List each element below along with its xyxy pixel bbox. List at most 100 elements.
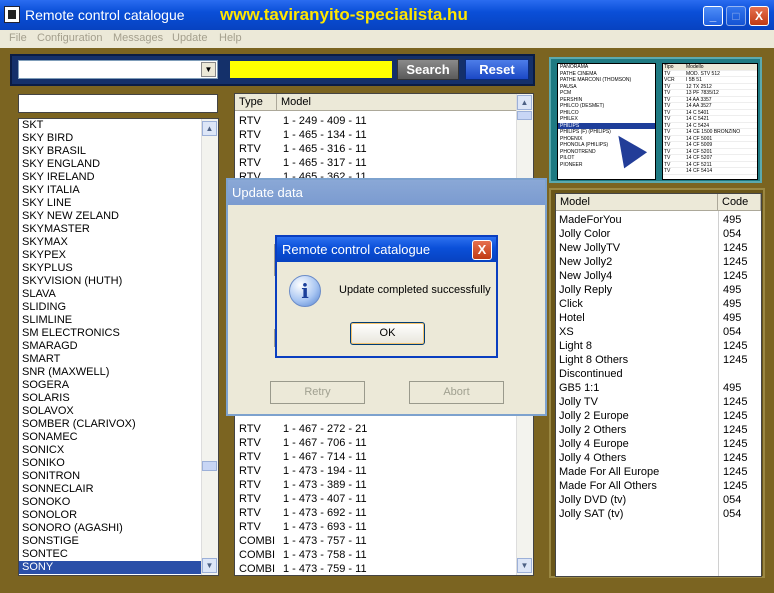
brand-list-item[interactable]: SONNECLAIR <box>19 483 218 496</box>
brand-list-item[interactable]: SONTEC <box>19 548 218 561</box>
table-row[interactable]: Jolly 2 Europe 1245 <box>556 409 761 423</box>
brand-list-item[interactable]: SONIKO <box>19 457 218 470</box>
table-row[interactable]: Jolly Reply 495 <box>556 283 761 297</box>
abort-button[interactable]: Abort <box>409 381 504 404</box>
brand-list-item[interactable]: SKY IRELAND <box>19 171 218 184</box>
menu-messages[interactable]: Messages <box>113 32 163 44</box>
chevron-down-icon[interactable]: ▼ <box>201 62 216 77</box>
model-code-list[interactable]: Model Code MadeForYou 495 Jolly Color 054 Ne… <box>555 193 762 577</box>
brand-list-item[interactable]: SOMBER (CLARIVOX) <box>19 418 218 431</box>
table-row[interactable]: RTV 1 - 249 - 409 - 11 <box>235 114 517 128</box>
table-row[interactable]: New Jolly4 1245 <box>556 269 761 283</box>
table-row[interactable]: RTV 1 - 465 - 316 - 11 <box>235 142 517 156</box>
table-row[interactable]: Jolly SAT (tv) 054 <box>556 507 761 521</box>
table-row[interactable]: RTV 1 - 465 - 317 - 11 <box>235 156 517 170</box>
maximize-button[interactable]: □ <box>726 6 746 26</box>
brand-list-item[interactable]: SM ELECTRONICS <box>19 327 218 340</box>
table-row[interactable]: Light 8 Others 1245 <box>556 353 761 367</box>
brand-filter-input[interactable] <box>18 94 218 113</box>
column-header-model[interactable]: Model <box>277 94 517 111</box>
table-row[interactable]: Jolly DVD (tv) 054 <box>556 493 761 507</box>
brand-list-item[interactable]: SONICX <box>19 444 218 457</box>
brand-list-item[interactable]: SKY BRASIL <box>19 145 218 158</box>
minimize-button[interactable]: _ <box>703 6 723 26</box>
brand-list-item[interactable]: SLAVA <box>19 288 218 301</box>
menu-configuration[interactable]: Configuration <box>37 32 102 44</box>
table-row[interactable]: RTV 1 - 473 - 407 - 11 <box>235 492 517 506</box>
category-select[interactable]: ▼ <box>18 60 218 79</box>
brand-list-item[interactable]: SKY ITALIA <box>19 184 218 197</box>
scroll-up-icon[interactable]: ▲ <box>202 121 217 136</box>
brand-list-item[interactable]: SOGERA <box>19 379 218 392</box>
close-button[interactable]: X <box>749 6 769 26</box>
table-row[interactable]: RTV 1 - 473 - 389 - 11 <box>235 478 517 492</box>
brand-list-scrollbar[interactable]: ▲ ▼ <box>201 119 218 575</box>
brand-list-item[interactable]: SNR (MAXWELL) <box>19 366 218 379</box>
column-header-type[interactable]: Type <box>235 94 277 111</box>
brand-list-item[interactable]: SMARAGD <box>19 340 218 353</box>
ok-button[interactable]: OK <box>350 322 425 345</box>
scroll-thumb[interactable] <box>517 111 532 120</box>
table-row[interactable]: RTV 1 - 467 - 272 - 21 <box>235 422 517 436</box>
table-row[interactable]: RTV 1 - 473 - 693 - 11 <box>235 520 517 534</box>
brand-list-item[interactable]: SKYMAX <box>19 236 218 249</box>
brand-list-item[interactable]: SKY ENGLAND <box>19 158 218 171</box>
brand-list-item[interactable]: SMART <box>19 353 218 366</box>
table-row[interactable]: Click 495 <box>556 297 761 311</box>
table-row[interactable]: RTV 1 - 467 - 706 - 11 <box>235 436 517 450</box>
table-row[interactable]: Made For All Others 1245 <box>556 479 761 493</box>
brand-list-item[interactable]: SKT <box>19 119 218 132</box>
table-row[interactable]: Made For All Europe 1245 <box>556 465 761 479</box>
brand-list-item[interactable]: SONSTIGE <box>19 535 218 548</box>
brand-list-item[interactable]: SOLAVOX <box>19 405 218 418</box>
scroll-thumb[interactable] <box>202 461 217 471</box>
column-header-code[interactable]: Code <box>718 194 761 211</box>
brand-list-item[interactable]: SONOLOR <box>19 509 218 522</box>
brand-list-item[interactable]: SLIMLINE <box>19 314 218 327</box>
search-input[interactable] <box>230 61 392 78</box>
table-row[interactable]: Jolly TV 1245 <box>556 395 761 409</box>
brand-list-item[interactable]: SKY NEW ZELAND <box>19 210 218 223</box>
scroll-up-icon[interactable]: ▲ <box>517 95 532 110</box>
app-icon[interactable] <box>4 6 20 23</box>
column-header-model[interactable]: Model <box>556 194 718 211</box>
table-row[interactable]: RTV 1 - 465 - 134 - 11 <box>235 128 517 142</box>
menu-help[interactable]: Help <box>219 32 242 44</box>
table-row[interactable]: RTV 1 - 473 - 194 - 11 <box>235 464 517 478</box>
table-row[interactable]: Jolly 2 Others 1245 <box>556 423 761 437</box>
brand-list-item[interactable]: SONOKO <box>19 496 218 509</box>
brand-list-item[interactable]: SOLARIS <box>19 392 218 405</box>
table-row[interactable]: MadeForYou 495 <box>556 213 761 227</box>
brand-list-item[interactable]: SKYPEX <box>19 249 218 262</box>
retry-button[interactable]: Retry <box>270 381 365 404</box>
table-row[interactable]: Discontinued <box>556 367 761 381</box>
brand-list-item[interactable]: SKYMASTER <box>19 223 218 236</box>
table-row[interactable]: GB5 1:1 495 <box>556 381 761 395</box>
table-row[interactable]: RTV 1 - 473 - 692 - 11 <box>235 506 517 520</box>
reset-button[interactable]: Reset <box>465 59 529 80</box>
scroll-down-icon[interactable]: ▼ <box>202 558 217 573</box>
brand-list-item[interactable]: SONY <box>19 561 218 574</box>
scroll-down-icon[interactable]: ▼ <box>517 558 532 573</box>
table-row[interactable]: New JollyTV 1245 <box>556 241 761 255</box>
brand-list-item[interactable]: SLIDING <box>19 301 218 314</box>
table-row[interactable]: XS 054 <box>556 325 761 339</box>
table-row[interactable]: COMBI 1 - 473 - 757 - 11 <box>235 534 517 548</box>
table-row[interactable]: New Jolly2 1245 <box>556 255 761 269</box>
brand-list-item[interactable]: SKY LINE <box>19 197 218 210</box>
table-row[interactable]: COMBI 1 - 473 - 759 - 11 <box>235 562 517 575</box>
table-row[interactable]: Jolly 4 Europe 1245 <box>556 437 761 451</box>
search-button[interactable]: Search <box>397 59 459 80</box>
table-row[interactable]: Hotel 495 <box>556 311 761 325</box>
brand-list-item[interactable]: SKYPLUS <box>19 262 218 275</box>
table-row[interactable]: Jolly 4 Others 1245 <box>556 451 761 465</box>
message-box-close-button[interactable]: X <box>472 240 492 260</box>
brand-list-item[interactable]: SKYVISION (HUTH) <box>19 275 218 288</box>
brand-list[interactable]: SKT SKY BIRD SKY BRASIL SKY ENGLAND SKY IREL… <box>18 118 219 576</box>
table-row[interactable]: Light 8 1245 <box>556 339 761 353</box>
table-row[interactable]: COMBI 1 - 473 - 758 - 11 <box>235 548 517 562</box>
brand-list-item[interactable]: SKY BIRD <box>19 132 218 145</box>
table-row[interactable]: Jolly Color 054 <box>556 227 761 241</box>
brand-list-item[interactable]: SONAMEC <box>19 431 218 444</box>
menu-file[interactable]: File <box>9 32 27 44</box>
